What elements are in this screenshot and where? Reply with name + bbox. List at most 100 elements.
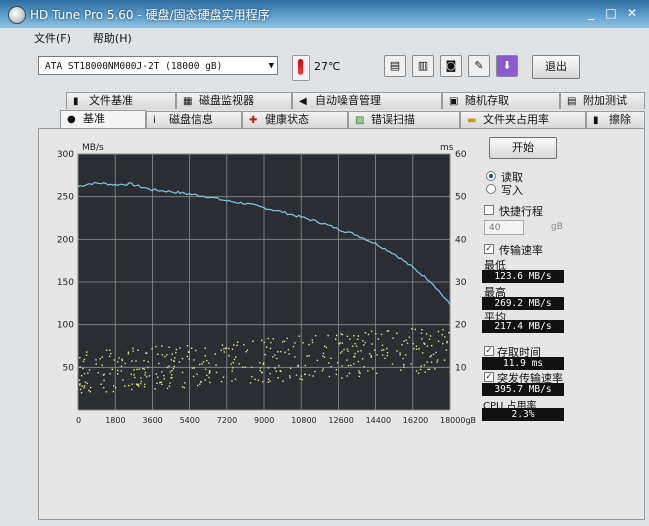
access-time-point [377,338,379,340]
access-time-point [251,376,253,378]
access-time-point [100,383,102,385]
access-time-point [428,368,431,370]
transfer-rate-checkbox[interactable]: ✓ [484,244,494,254]
access-time-point [157,353,159,355]
access-time-point [354,352,356,355]
access-time-point [362,340,364,342]
access-time-point [220,380,223,383]
access-time-point [367,370,369,372]
access-time-point [314,335,317,337]
access-time-point [386,354,388,357]
access-time-point [375,333,377,335]
access-time-point [341,365,343,367]
access-time-point [135,360,137,362]
access-time-point [175,351,177,354]
access-time-point [289,377,291,379]
access-time-point [155,373,158,375]
access-time-point [81,385,83,387]
access-time-point [372,368,374,370]
write-radio[interactable] [486,184,496,194]
access-time-point [316,359,319,362]
access-time-checkbox[interactable]: ✓ [484,346,494,356]
access-time-point [374,349,376,351]
access-time-point [259,370,261,372]
access-time-point [171,370,173,372]
access-time-point [357,338,359,340]
access-time-point [335,338,337,340]
access-time-point [115,387,117,389]
access-time-point [163,374,165,377]
x-tick-label: 3600 [142,416,162,425]
access-time-point [232,367,234,369]
access-time-point [322,352,325,355]
x-tick-label: 7200 [217,416,237,425]
access-time-point [161,354,164,356]
access-time-point [166,354,168,356]
access-time-point [262,362,265,364]
short-stroke-input[interactable]: 40 [484,220,524,235]
access-time-point [282,380,284,382]
access-time-point [144,371,147,374]
access-time-point [186,355,189,358]
access-time-point [131,383,133,385]
access-time-point [143,368,146,370]
access-time-point [341,350,343,353]
access-time-point [375,372,378,375]
access-time-point [89,391,91,393]
access-time-point [200,381,202,383]
start-button[interactable]: 开始 [489,137,557,159]
short-stroke-unit: gB [551,222,563,232]
access-time-point [442,342,444,345]
access-time-point [166,366,169,369]
access-time-point [321,370,323,372]
access-time-point [181,371,184,374]
x-tick-label: 10800 [291,416,316,425]
access-time-point [357,360,360,363]
access-time-point [449,371,451,373]
access-time-point [106,349,108,351]
read-radio[interactable] [486,171,496,181]
access-time-point [294,342,296,344]
access-time-point [427,368,429,371]
access-time-point [164,356,166,358]
access-time-point [166,387,169,390]
access-time-point [139,382,142,385]
access-time-point [421,329,423,331]
access-time-point [97,372,99,374]
access-time-point [124,362,126,365]
access-time-point [230,363,232,365]
access-time-point [436,361,438,363]
access-time-point [381,354,384,356]
access-time-point [436,359,439,361]
access-time-point [270,341,272,344]
access-time-point [274,354,276,356]
burst-rate-checkbox[interactable]: ✓ [484,372,494,382]
access-time-point [302,342,304,344]
access-time-point [170,359,172,361]
access-time-point [401,344,403,346]
access-time-point [294,356,296,358]
access-time-point [204,347,206,349]
access-time-point [306,355,308,357]
access-time-point [437,330,440,333]
access-time-point [170,374,173,376]
access-time-point [228,347,230,350]
access-time-point [138,368,141,370]
access-time-point [341,342,343,344]
short-stroke-checkbox[interactable] [484,205,494,215]
access-time-point [292,345,295,348]
access-time-point [188,358,190,360]
access-time-point [367,333,370,336]
access-time-point [278,365,280,367]
short-stroke-label: 快捷行程 [499,205,543,218]
access-time-point [163,378,165,380]
access-time-point [336,334,338,337]
access-time-point [448,331,450,334]
access-time-point [263,341,265,344]
access-time-point [83,358,86,361]
access-time-point [214,353,216,355]
access-time-point [325,346,328,349]
access-time-point [197,384,199,387]
access-time-point [231,380,233,382]
burst-rate-value: 395.7 MB/s [482,383,564,396]
